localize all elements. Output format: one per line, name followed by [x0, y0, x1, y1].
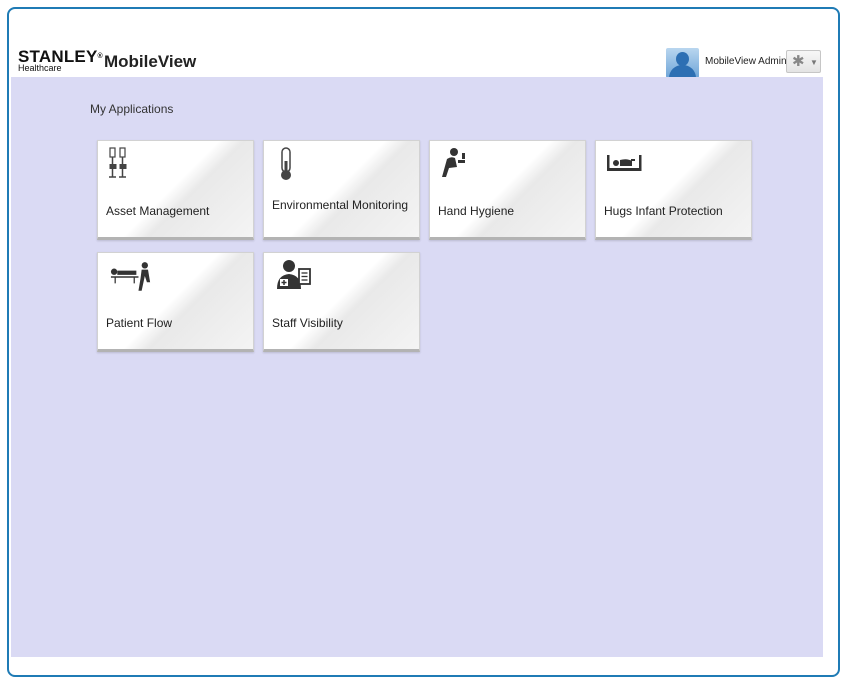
tile-label: Asset Management — [106, 204, 210, 218]
settings-button[interactable]: ✱ ▼ — [786, 50, 821, 73]
infant-crib-icon — [607, 155, 642, 171]
tile-label: Hand Hygiene — [438, 204, 515, 218]
user-avatar[interactable] — [666, 48, 699, 78]
gear-icon: ✱ — [792, 53, 805, 70]
tile-hand-hygiene[interactable]: Hand Hygiene — [429, 140, 586, 240]
tile-patient-flow[interactable]: Patient Flow — [97, 252, 254, 352]
tile-label: Hugs Infant Protection — [604, 204, 723, 218]
thermometer-icon — [281, 147, 291, 180]
patient-stretcher-icon — [110, 262, 151, 291]
staff-badge-icon — [277, 260, 311, 289]
tile-staff-visibility[interactable]: Staff Visibility — [263, 252, 420, 352]
tile-label: Staff Visibility — [272, 316, 343, 330]
section-title: My Applications — [90, 102, 174, 116]
stanley-healthcare-logo: STANLEY® Healthcare — [18, 47, 103, 73]
iv-pole-icon — [109, 147, 127, 178]
tile-hugs-infant-protection[interactable]: Hugs Infant Protection — [595, 140, 752, 240]
chevron-down-icon: ▼ — [810, 58, 818, 67]
app-title: MobileView — [104, 52, 197, 71]
tile-label: Patient Flow — [106, 316, 173, 330]
tile-asset-management[interactable]: Asset Management — [97, 140, 254, 240]
hand-washing-icon — [442, 148, 465, 177]
tile-label: Environmental Monitoring — [272, 198, 409, 212]
applications-panel: My Applications Asset Management Environ… — [11, 77, 823, 657]
user-name[interactable]: MobileView Admin — [705, 56, 787, 67]
tile-environmental-monitoring[interactable]: Environmental Monitoring — [263, 140, 420, 240]
